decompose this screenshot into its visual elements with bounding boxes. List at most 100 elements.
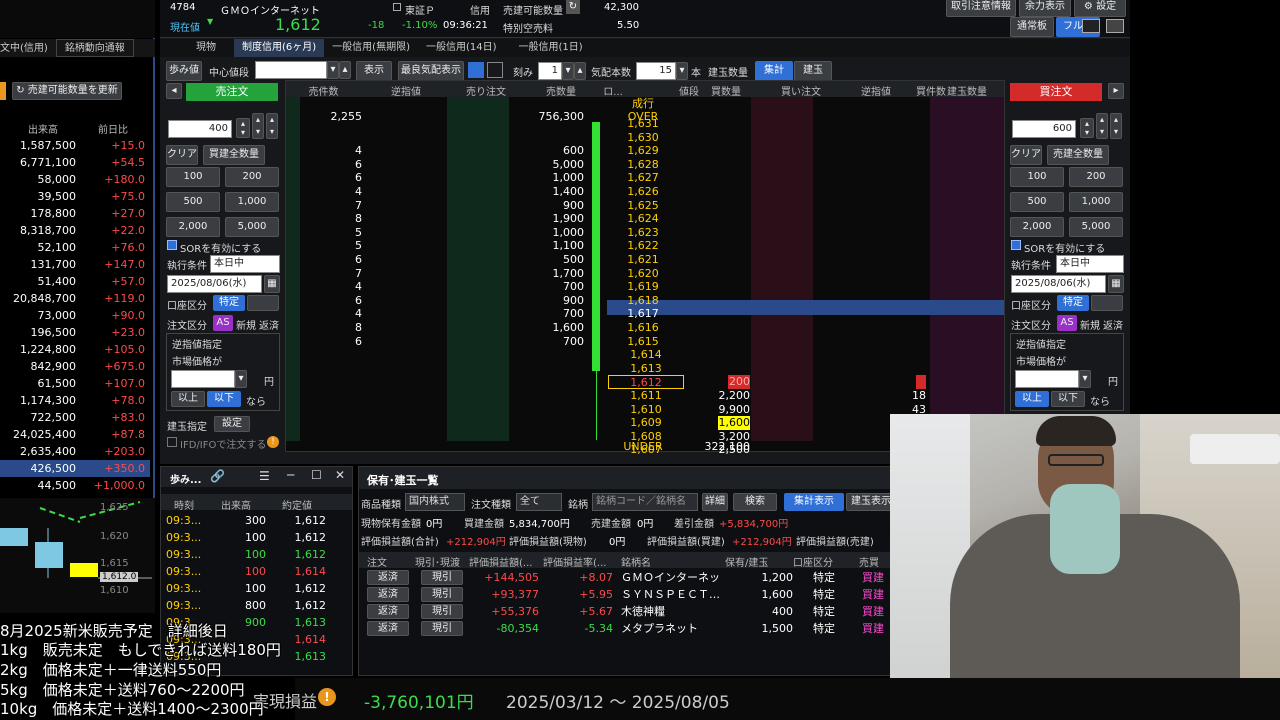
holdings-row[interactable]: 返済 現引 +55,376 +5.67 木徳神糧 400 特定 買建	[359, 603, 897, 620]
tick-up[interactable]: ▴	[574, 62, 586, 80]
sell-qty-step-2[interactable]: ▴ ▾	[266, 113, 278, 139]
sell-order-title[interactable]: 売注文	[186, 83, 278, 101]
board-row[interactable]: 4 700 1,617	[286, 307, 1004, 321]
board-row[interactable]: 5 1,100 1,622	[286, 239, 1004, 253]
tab-general-1d[interactable]: 一般信用(1日)	[505, 39, 591, 57]
buy-expand-icon[interactable]: ▸	[1108, 83, 1124, 99]
watchlist-row[interactable]: 6,771,100 +54.5	[0, 154, 150, 171]
board-price[interactable]: 1,620	[618, 267, 668, 281]
watchlist-row[interactable]: 44,500 +1,000.0	[0, 477, 150, 494]
board-row[interactable]: 7 1,700 1,620	[286, 267, 1004, 281]
minimize-icon[interactable]: ─	[287, 468, 294, 482]
tab-orders[interactable]: 文中(信用)	[0, 40, 56, 58]
sum-button[interactable]: 集計	[755, 61, 793, 81]
board-price[interactable]: 1,619	[618, 280, 668, 294]
holdings-detail-button[interactable]: 詳細	[702, 493, 728, 511]
watchlist-row[interactable]: 1,174,300 +78.0	[0, 392, 150, 409]
board-price[interactable]: 1,616	[618, 321, 668, 335]
holdings-row[interactable]: 返済 現引 +93,377 +5.95 ＳＹＮＳＰＥＣＴ… 1,600 特定 買建	[359, 586, 897, 603]
board-row[interactable]: 1,614	[286, 348, 1004, 362]
repay-button[interactable]: 返済	[367, 621, 409, 636]
watchlist-row[interactable]: 51,400 +57.0	[0, 273, 150, 290]
buy-exec-select[interactable]: 本日中	[1056, 255, 1124, 273]
holdings-sum-view-button[interactable]: 集計表示	[784, 493, 844, 511]
sell-sor-checkbox[interactable]	[167, 240, 177, 250]
menu-icon[interactable]: ☰	[259, 469, 270, 483]
watchlist-row[interactable]: 39,500 +75.0	[0, 188, 150, 205]
notice-button[interactable]: 取引注意情報	[946, 0, 1016, 17]
board-row[interactable]: 5 1,000 1,623	[286, 226, 1004, 240]
quote-count-dropdown[interactable]: ▾	[676, 62, 688, 80]
buy-q2000[interactable]: 2,000	[1010, 217, 1064, 237]
board-price[interactable]: 1,622	[618, 239, 668, 253]
sell-collapse-icon[interactable]: ◂	[166, 83, 182, 99]
sell-calendar-icon[interactable]: ▦	[264, 275, 280, 293]
board-row[interactable]: 6 1,000 1,627	[286, 171, 1004, 185]
board-row[interactable]: 1,631	[286, 117, 1004, 131]
holdings-stock-name[interactable]: ＳＹＮＳＰＥＣＴ…	[621, 586, 721, 603]
holdings-stock-name[interactable]: ＧＭＯインターネット	[621, 569, 721, 586]
capacity-button[interactable]: 余力表示	[1019, 0, 1071, 17]
buy-order-title[interactable]: 買注文	[1010, 83, 1102, 101]
sell-account-other[interactable]	[247, 295, 279, 311]
board-price[interactable]: 1,617	[618, 307, 668, 321]
watchlist-row[interactable]: 52,100 +76.0	[0, 239, 150, 256]
holdings-order-type-select[interactable]: 全て	[516, 493, 562, 511]
board-row[interactable]: 4 600 1,629	[286, 144, 1004, 158]
buy-date-select[interactable]: 2025/08/06(水)	[1011, 275, 1106, 293]
watchlist-row[interactable]: 722,500 +83.0	[0, 409, 150, 426]
delivery-button[interactable]: 現引	[421, 621, 463, 636]
board-price[interactable]: 1,630	[618, 131, 668, 145]
buy-below-button[interactable]: 以下	[1051, 391, 1085, 407]
board-row[interactable]: 6 700 1,615	[286, 335, 1004, 349]
market-order-label[interactable]: 成行	[618, 97, 668, 111]
sell-stop-dropdown[interactable]: ▾	[235, 370, 247, 388]
watchlist-row[interactable]: 8,318,700 +22.0	[0, 222, 150, 239]
step-button[interactable]: 歩み値	[166, 61, 202, 81]
sell-exec-select[interactable]: 本日中	[210, 255, 280, 273]
watchlist-row[interactable]: 842,900 +675.0	[0, 358, 150, 375]
board-row[interactable]: 7 900 1,625	[286, 199, 1004, 213]
sell-new-label[interactable]: 新規	[236, 317, 256, 332]
board-price[interactable]: 1,627	[618, 171, 668, 185]
refresh-icon[interactable]: ↻	[566, 0, 580, 14]
maximize-icon[interactable]: ☐	[311, 468, 322, 482]
buy-new-label[interactable]: 新規	[1080, 317, 1100, 332]
repay-button[interactable]: 返済	[367, 570, 409, 585]
view-single-icon[interactable]	[468, 62, 484, 78]
tab-system-credit[interactable]: 制度信用(6ヶ月)	[234, 39, 325, 57]
board-price[interactable]: 1,624	[618, 212, 668, 226]
delivery-button[interactable]: 現引	[421, 570, 463, 585]
sell-all-buy-button[interactable]: 買建全数量	[203, 145, 265, 165]
board-row[interactable]: 1,611 2,200 18	[286, 389, 1004, 403]
holdings-stock-input[interactable]: 銘柄コード／銘柄名	[592, 493, 698, 511]
tick-dropdown[interactable]: ▾	[562, 62, 574, 80]
holdings-type-select[interactable]: 国内株式	[405, 493, 465, 511]
holdings-stock-name[interactable]: メタプラネット	[621, 620, 721, 637]
sell-ifd-checkbox[interactable]	[167, 437, 177, 447]
watchlist-row[interactable]: 73,000 +90.0	[0, 307, 150, 324]
board-row[interactable]: 1,630	[286, 131, 1004, 145]
board-price[interactable]: 1,612	[608, 375, 684, 390]
watchlist-row[interactable]: 1,224,800 +105.0	[0, 341, 150, 358]
sell-qty-step[interactable]: ▴ ▾	[252, 113, 264, 139]
watchlist-row[interactable]: 131,700 +147.0	[0, 256, 150, 273]
board-price[interactable]: 1,625	[618, 199, 668, 213]
board-row[interactable]: 6 500 1,621	[286, 253, 1004, 267]
sell-q100[interactable]: 100	[166, 167, 220, 187]
buy-q500[interactable]: 500	[1010, 192, 1064, 212]
buy-qty-step[interactable]: ▴ ▾	[1096, 113, 1108, 139]
sell-qty-input[interactable]: 400	[168, 120, 232, 138]
center-price-input[interactable]	[255, 61, 327, 79]
sell-position-set-button[interactable]: 設定	[214, 416, 250, 432]
buy-above-button[interactable]: 以上	[1015, 391, 1049, 407]
board-price[interactable]: 1,631	[618, 117, 668, 131]
sell-account-button[interactable]: 特定	[213, 295, 245, 311]
under-label[interactable]: UNDER	[618, 440, 668, 454]
close-icon[interactable]: ✕	[335, 468, 345, 482]
buy-repay-label[interactable]: 返済	[1103, 317, 1123, 332]
center-price-up[interactable]: ▴	[339, 61, 351, 79]
board-row[interactable]: 4 700 1,619	[286, 280, 1004, 294]
board-price[interactable]: 1,623	[618, 226, 668, 240]
sell-q2000[interactable]: 2,000	[166, 217, 220, 237]
